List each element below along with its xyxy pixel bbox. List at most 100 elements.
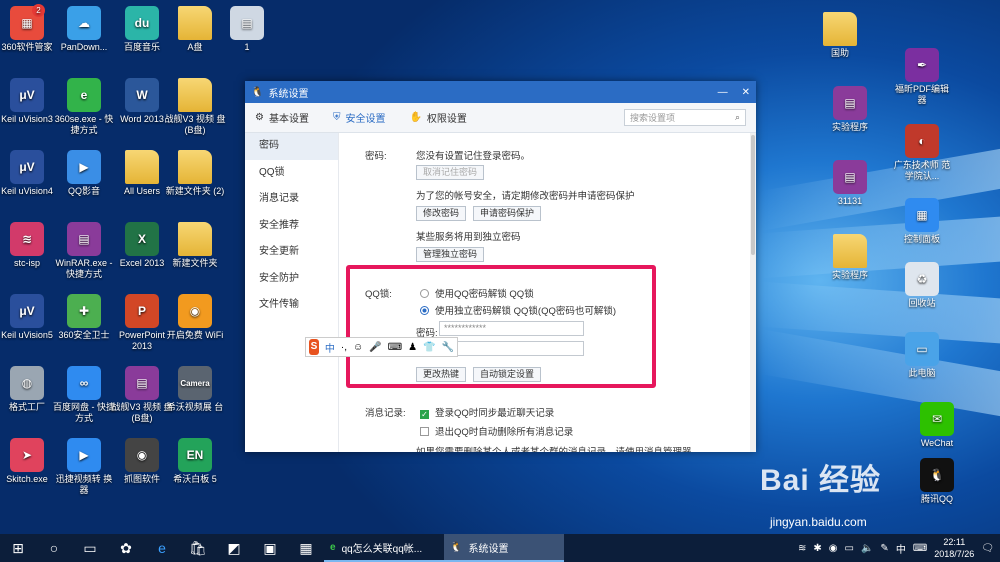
clock[interactable]: 22:11 2018/7/26 (934, 536, 974, 560)
desktop-icon[interactable]: ▭ 此电脑 (890, 332, 954, 379)
desktop-icon[interactable]: ✉ WeChat (905, 402, 969, 449)
pinned-app-icon[interactable]: ▦ (288, 534, 324, 562)
desktop-icon[interactable]: ✚ 360安全卫士 (52, 294, 116, 341)
wrench-icon[interactable]: 🔧 (442, 342, 454, 353)
pinned-app-icon[interactable]: ◩ (216, 534, 252, 562)
sidebar-item-qqlock[interactable]: QQ锁 (245, 160, 338, 187)
desktop-icon[interactable]: μV Keil uVision3 (0, 78, 59, 125)
message-record-label: 消息记录: (365, 408, 406, 419)
app-icon: μV (10, 150, 44, 184)
gear-icon: ⚙ (255, 112, 264, 123)
ime-indicator[interactable]: 中 (896, 541, 906, 556)
scroll-thumb[interactable] (751, 135, 755, 255)
desktop-icon[interactable]: μV Keil uVision5 (0, 294, 59, 341)
desktop-icon[interactable]: EN 希沃白板 5 (163, 438, 227, 485)
desktop-icon[interactable]: 战舰V3 视频 盘(B盘) (163, 78, 227, 136)
tab-permission[interactable]: ✋ 权限设置 (409, 110, 466, 125)
app-icon: ✉ (920, 402, 954, 436)
desktop-icon[interactable]: e 360se.exe - 快捷方式 (52, 78, 116, 136)
desktop-icon[interactable]: ➤ Skitch.exe (0, 438, 59, 485)
app-icon: ✚ (67, 294, 101, 328)
desktop-icon[interactable]: ≋ stc-isp (0, 222, 59, 269)
search-input[interactable]: 搜索设置项 ⌕ (624, 109, 746, 126)
wifi-icon[interactable]: ≋ (798, 543, 806, 554)
keyboard-icon[interactable]: ⌨ (913, 543, 927, 554)
sidebar-item-protection[interactable]: 安全防护 (245, 266, 338, 293)
keyboard-icon[interactable]: ⌨ (388, 342, 402, 353)
desktop-icon[interactable]: 国助 (808, 12, 872, 59)
change-password-button[interactable]: 修改密码 (416, 206, 467, 221)
ime-lang[interactable]: 中 (325, 340, 335, 355)
password-protect-button[interactable]: 申请密码保护 (473, 206, 542, 221)
sidebar-item-messages[interactable]: 消息记录 (245, 186, 338, 213)
desktop-icon[interactable]: ▤ WinRAR.exe - 快捷方式 (52, 222, 116, 280)
desktop-icon[interactable]: 实验程序 (818, 234, 882, 281)
minimize-icon[interactable]: — (718, 87, 728, 98)
desktop-icon[interactable]: ▦ 2 360软件管家 (0, 4, 59, 53)
notification-icon[interactable]: 🗨 (981, 543, 994, 554)
pinned-app-icon[interactable]: ✿ (108, 534, 144, 562)
sidebar-item-recommend[interactable]: 安全推荐 (245, 213, 338, 240)
title-bar[interactable]: 🐧 系统设置 — ✕ (245, 81, 756, 103)
tab-security[interactable]: ⛨ 安全设置 (333, 110, 386, 125)
desktop-icon[interactable]: ▶ 迅捷视频转 换器 (52, 438, 116, 496)
desktop-icon[interactable]: ✒ 福昕PDF编辑 器 (890, 48, 954, 106)
desktop-icon[interactable]: ◍ 格式工厂 (0, 366, 59, 413)
desktop-icon-label: 此电脑 (908, 368, 936, 378)
desktop-icon[interactable]: 🐧 腾讯QQ (905, 458, 969, 505)
close-icon[interactable]: ✕ (742, 87, 750, 98)
folder-icon (125, 150, 159, 184)
desktop-icon[interactable]: ☁ PanDown... (52, 6, 116, 53)
desktop-icon-label: 迅捷视频转 换器 (55, 474, 113, 495)
sidebar-item-file-transfer[interactable]: 文件传输 (245, 292, 338, 319)
search-placeholder: 搜索设置项 (630, 113, 676, 123)
folder-icon (178, 150, 212, 184)
app-icon: ▤ (67, 222, 101, 256)
checkbox-icon (420, 427, 429, 436)
desktop-icon[interactable]: 新建文件夹 (2) (163, 150, 227, 197)
sidebar-item-update[interactable]: 安全更新 (245, 239, 338, 266)
desktop-icon[interactable]: ♻ 回收站 (890, 262, 954, 309)
start-windows-icon[interactable]: ⊞ (0, 534, 36, 562)
taskbar-app-settings[interactable]: 🐧 系统设置 (444, 534, 564, 562)
delete-history-checkbox[interactable]: 退出QQ时自动删除所有消息记录 (420, 424, 573, 438)
folder-icon (178, 78, 212, 112)
clear-password-button[interactable]: 取消记住密码 (416, 165, 485, 180)
punctuation-icon[interactable]: ·, (341, 342, 347, 353)
desktop-icon[interactable]: ◐ 广东技术师 范学院认... (890, 124, 954, 182)
store-icon[interactable]: 🛍 (180, 534, 216, 562)
user-icon[interactable]: ♟ (408, 342, 417, 353)
desktop-icon[interactable]: ▦ 控制面板 (890, 198, 954, 245)
desktop-icon[interactable]: ▶ QQ影音 (52, 150, 116, 197)
search-icon[interactable]: ⌕ (735, 112, 740, 123)
sidebar-item-password[interactable]: 密码 (245, 133, 338, 160)
speaker-icon[interactable]: 🔈 (861, 543, 873, 554)
sync-history-checkbox[interactable]: ✓ 登录QQ时同步最近聊天记录 (420, 405, 554, 419)
pen-icon[interactable]: ✎ (880, 543, 888, 554)
skin-icon[interactable]: 👕 (423, 342, 435, 353)
desktop-icon[interactable]: 新建文件夹 (163, 222, 227, 269)
mic-icon[interactable]: 🎤 (369, 342, 381, 353)
emoji-icon[interactable]: ☺ (353, 342, 363, 353)
baidu-watermark: Bai 经验 (760, 464, 882, 497)
desktop-icon[interactable]: μV Keil uVision4 (0, 150, 59, 197)
cortana-icon[interactable]: ○ (36, 534, 72, 562)
desktop-icon[interactable]: ▤ 实验程序 (818, 86, 882, 133)
desktop-icon[interactable]: ◉ 开启免费 WiFi (163, 294, 227, 341)
tab-basic[interactable]: ⚙ 基本设置 (255, 110, 309, 125)
ime-toolbar[interactable]: S 中 ·, ☺ 🎤 ⌨ ♟ 👕 🔧 (305, 337, 458, 357)
desktop-icon[interactable]: ∞ 百度网盘 - 快捷方式 (52, 366, 116, 424)
taskbar-app-browser[interactable]: e qq怎么关联qq帐... (324, 534, 444, 562)
app-icon: ▶ (67, 438, 101, 472)
pinned-app-icon[interactable]: ▣ (252, 534, 288, 562)
desktop-icon[interactable]: Camera 希沃视频展 台 (163, 366, 227, 413)
edge-browser-icon[interactable]: e (144, 534, 180, 562)
battery-icon[interactable]: ▭ (845, 543, 854, 554)
tray-app-icon[interactable]: ✱ (813, 543, 821, 554)
tray-app-icon[interactable]: ◉ (829, 543, 838, 554)
content-scrollbar[interactable] (750, 133, 756, 452)
desktop-icon[interactable]: ▤ 1 (215, 6, 279, 53)
desktop-icon[interactable]: ▤ 31131 (818, 160, 882, 207)
task-view-icon[interactable]: ▭ (72, 534, 108, 562)
manage-independent-password-button[interactable]: 管理独立密码 (416, 247, 485, 262)
